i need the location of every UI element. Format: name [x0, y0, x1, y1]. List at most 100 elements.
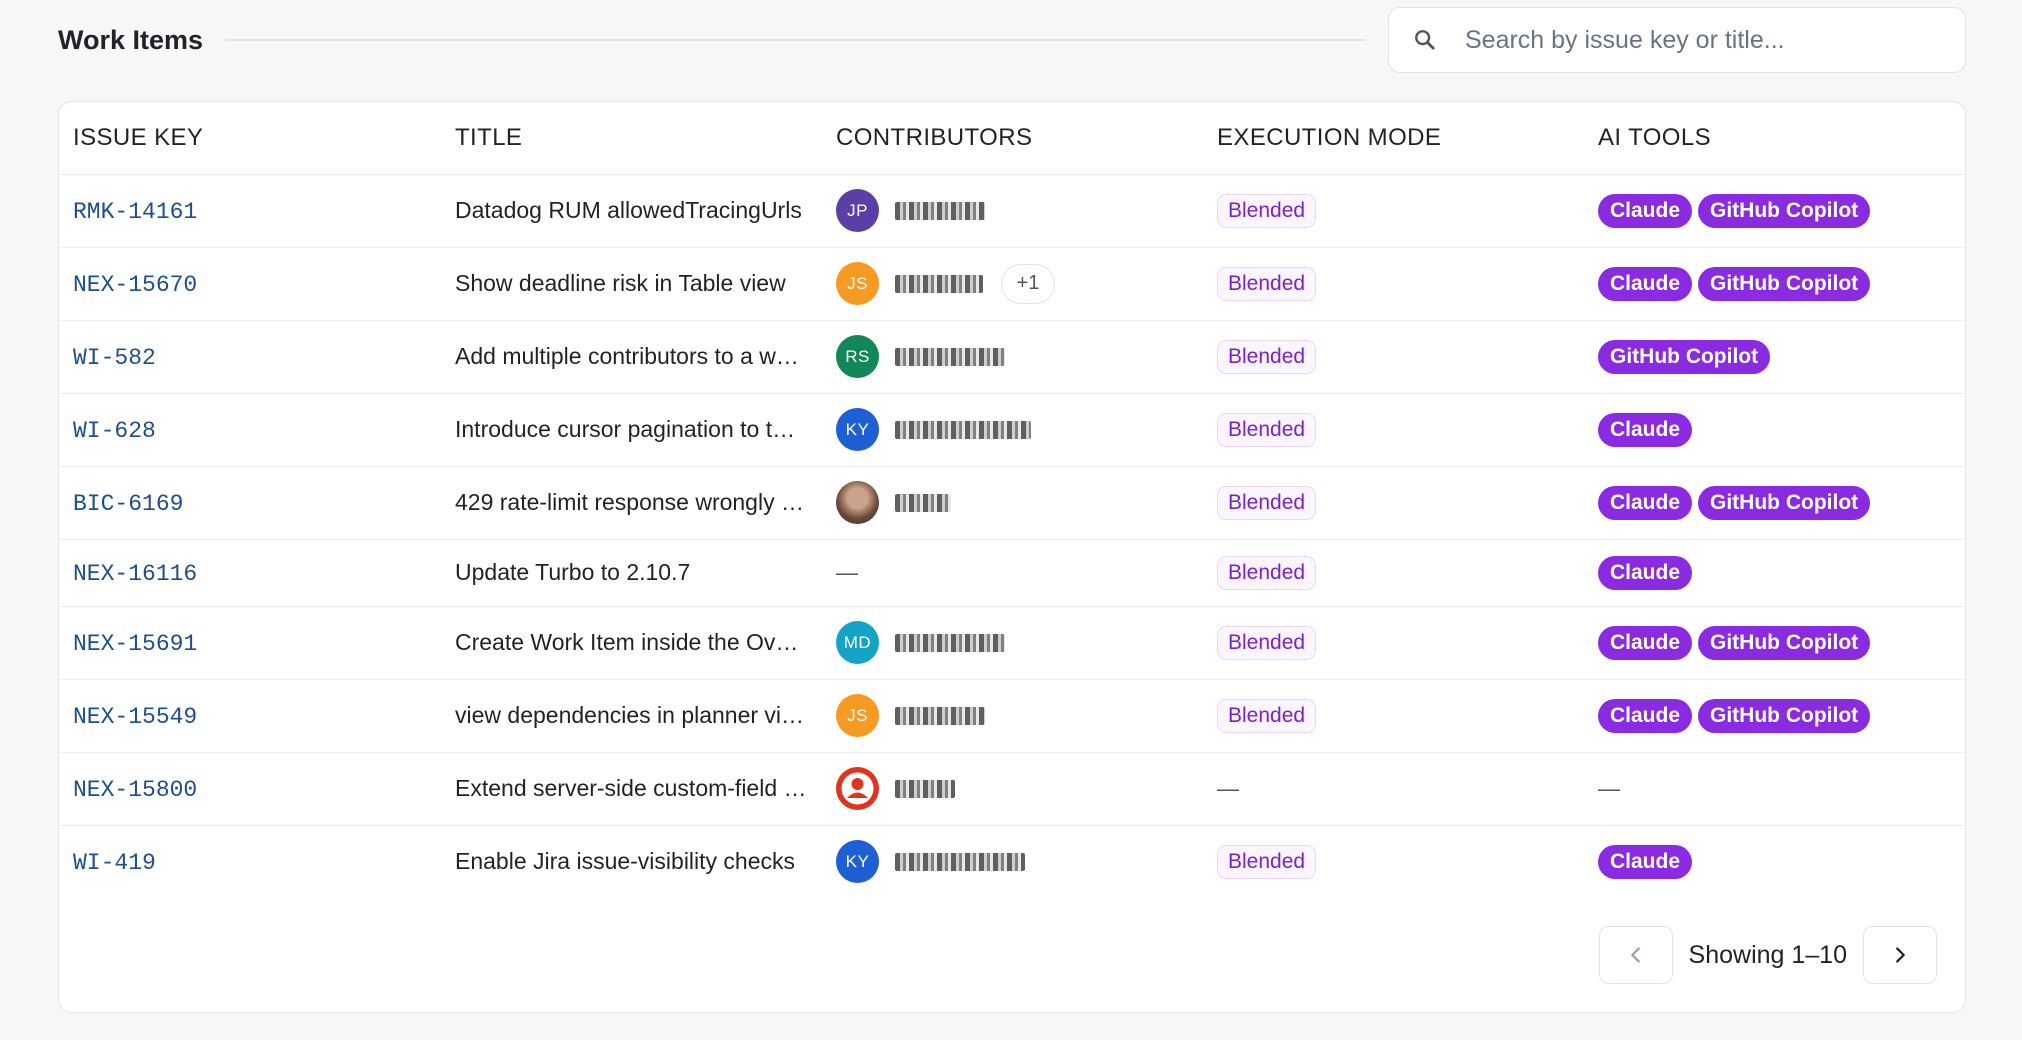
execution-mode-badge: Blended [1217, 266, 1317, 301]
cell-contributors: MD [822, 606, 1203, 680]
table-row[interactable]: BIC-6169 429 rate-limit response wrongly … [59, 466, 1965, 540]
cell-issue-key: NEX-15800 [59, 752, 441, 826]
search-input[interactable] [1465, 25, 1965, 55]
avatar: KY [836, 408, 879, 451]
cell-ai-tools: Claude GitHub Copilot [1584, 466, 1965, 540]
table-row[interactable]: RMK-14161 Datadog RUM allowedTracingUrls J… [59, 174, 1965, 248]
ai-tool-badge: Claude [1598, 193, 1693, 228]
issue-key-link[interactable]: NEX-15670 [73, 272, 197, 298]
execution-mode-badge: Blended [1217, 339, 1317, 374]
issue-key-link[interactable]: RMK-14161 [73, 199, 197, 225]
avatar [836, 767, 879, 810]
cell-title: 429 rate-limit response wrongly handled [441, 466, 822, 540]
contributors-empty: — [836, 560, 858, 585]
contributor-name-redacted [895, 706, 985, 725]
pagination: Showing 1–10 [1598, 926, 1937, 984]
cell-title: Extend server-side custom-field filters [441, 752, 822, 826]
table-row[interactable]: WI-582 Add multiple contributors to a wor… [59, 320, 1965, 394]
issue-title: Update Turbo to 2.10.7 [455, 559, 691, 585]
column-header-contributors[interactable]: CONTRIBUTORS [822, 102, 1203, 175]
search-box[interactable] [1388, 7, 1966, 73]
cell-ai-tools: Claude GitHub Copilot [1584, 679, 1965, 753]
issue-key-link[interactable]: WI-582 [73, 345, 156, 371]
cell-title: Show deadline risk in Table view [441, 247, 822, 321]
avatar: JP [836, 189, 879, 232]
header-divider [225, 39, 1366, 41]
contributor-name-redacted [895, 347, 1005, 366]
table-row[interactable]: NEX-15549 view dependencies in planner vi… [59, 679, 1965, 753]
contributors: RS [836, 335, 1203, 378]
issue-title: 429 rate-limit response wrongly handled [455, 489, 807, 515]
cell-contributors: — [822, 539, 1203, 607]
cell-contributors: JS [822, 679, 1203, 753]
cell-execution-mode: — [1203, 752, 1584, 826]
issue-title: Create Work Item inside the Overview [455, 629, 807, 655]
issue-key-link[interactable]: WI-628 [73, 418, 156, 444]
column-header-ai-tools[interactable]: AI TOOLS [1584, 102, 1965, 175]
contributor-name-redacted [895, 779, 955, 798]
avatar-photo [836, 481, 879, 524]
ai-tool-badge: Claude [1598, 844, 1693, 879]
cell-execution-mode: Blended [1203, 320, 1584, 394]
execution-mode-badge: Blended [1217, 625, 1317, 660]
cell-issue-key: WI-628 [59, 393, 441, 467]
cell-execution-mode: Blended [1203, 606, 1584, 680]
contributors: KY [836, 840, 1203, 884]
table-row[interactable]: WI-628 Introduce cursor pagination to the… [59, 393, 1965, 467]
cell-contributors: KY [822, 393, 1203, 467]
column-header-issue-key[interactable]: ISSUE KEY [59, 102, 441, 175]
contributor-name-redacted [895, 201, 985, 220]
contributor-name-redacted [895, 493, 951, 512]
issue-key-link[interactable]: NEX-16116 [73, 561, 197, 587]
cell-ai-tools: GitHub Copilot [1584, 320, 1965, 394]
cell-title: Add multiple contributors to a work item [441, 320, 822, 394]
contributors [836, 767, 1203, 810]
cell-ai-tools: — [1584, 752, 1965, 826]
avatar: MD [836, 621, 879, 664]
cell-execution-mode: Blended [1203, 174, 1584, 248]
table-row[interactable]: WI-419 Enable Jira issue-visibility check… [59, 825, 1965, 898]
cell-contributors [822, 466, 1203, 540]
cell-contributors [822, 752, 1203, 826]
table-row[interactable]: NEX-15670 Show deadline risk in Table vie… [59, 247, 1965, 321]
contributors: KY [836, 408, 1203, 451]
cell-contributors: JS +1 [822, 247, 1203, 321]
ai-tool-badge: GitHub Copilot [1698, 193, 1871, 228]
more-contributors-badge[interactable]: +1 [1001, 263, 1055, 304]
work-items-table: ISSUE KEY TITLE CONTRIBUTORS EXECUTION M… [59, 102, 1965, 898]
pagination-status: Showing 1–10 [1688, 940, 1847, 969]
cell-ai-tools: Claude GitHub Copilot [1584, 247, 1965, 321]
ai-tool-badge: Claude [1598, 485, 1693, 520]
prev-page-button[interactable] [1598, 926, 1673, 984]
table-row[interactable]: NEX-15691 Create Work Item inside the Ove… [59, 606, 1965, 680]
issue-key-link[interactable]: NEX-15800 [73, 777, 197, 803]
ai-tool-badge: GitHub Copilot [1698, 625, 1871, 660]
cell-title: view dependencies in planner view [441, 679, 822, 753]
issue-key-link[interactable]: NEX-15549 [73, 704, 197, 730]
cell-issue-key: NEX-15691 [59, 606, 441, 680]
issue-key-link[interactable]: BIC-6169 [73, 491, 183, 517]
ai-tool-badge: GitHub Copilot [1698, 485, 1871, 520]
column-header-title[interactable]: TITLE [441, 102, 822, 175]
execution-mode-empty: — [1217, 776, 1239, 801]
execution-mode-badge: Blended [1217, 844, 1317, 879]
table-row[interactable]: NEX-15800 Extend server-side custom-field… [59, 752, 1965, 826]
cell-contributors: RS [822, 320, 1203, 394]
cell-execution-mode: Blended [1203, 466, 1584, 540]
cell-execution-mode: Blended [1203, 393, 1584, 467]
contributor-name-redacted [895, 420, 1031, 439]
cell-issue-key: RMK-14161 [59, 174, 441, 248]
table-row[interactable]: NEX-16116 Update Turbo to 2.10.7 — Blended C… [59, 539, 1965, 607]
issue-key-link[interactable]: WI-419 [73, 850, 156, 876]
contributors: JS [836, 694, 1203, 737]
table-header-row: ISSUE KEY TITLE CONTRIBUTORS EXECUTION M… [59, 102, 1965, 175]
cell-title: Update Turbo to 2.10.7 [441, 539, 822, 607]
issue-title: Datadog RUM allowedTracingUrls [455, 197, 802, 223]
cell-issue-key: NEX-15549 [59, 679, 441, 753]
avatar: RS [836, 335, 879, 378]
issue-key-link[interactable]: NEX-15691 [73, 631, 197, 657]
next-page-button[interactable] [1863, 926, 1937, 984]
cell-title: Create Work Item inside the Overview [441, 606, 822, 680]
cell-issue-key: NEX-16116 [59, 539, 441, 607]
column-header-execution-mode[interactable]: EXECUTION MODE [1203, 102, 1584, 175]
